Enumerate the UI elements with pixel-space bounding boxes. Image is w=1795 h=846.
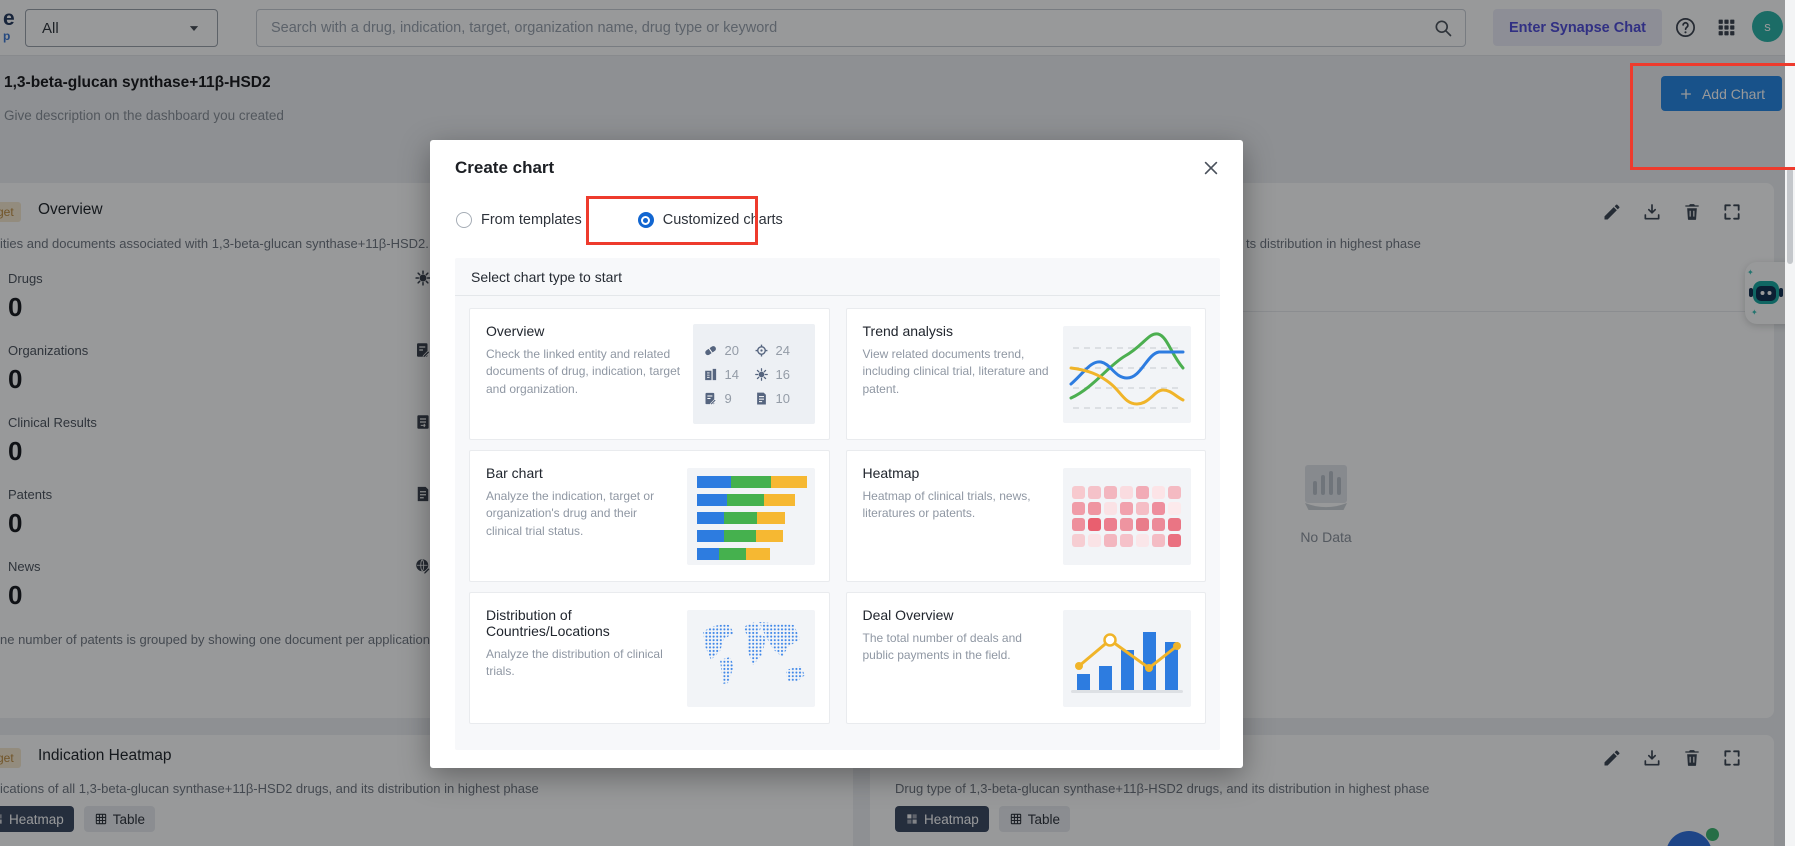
chart-type-overview[interactable]: Overview Check the linked entity and rel… <box>469 308 830 440</box>
chart-type-distribution-map[interactable]: Distribution of Countries/Locations Anal… <box>469 592 830 724</box>
chart-type-panel: Select chart type to start Overview Chec… <box>455 258 1220 750</box>
create-chart-modal: Create chart From templates Customized c… <box>430 140 1243 768</box>
target-icon <box>754 343 769 358</box>
close-icon[interactable] <box>1201 158 1221 178</box>
world-map-thumbnail <box>686 609 815 707</box>
chart-type-title: Bar chart <box>486 465 543 481</box>
chart-type-trend-analysis[interactable]: Trend analysis View related documents tr… <box>845 308 1206 440</box>
radio-unselected-icon <box>456 212 472 228</box>
chart-type-title: Distribution of Countries/Locations <box>486 607 610 639</box>
overview-thumbnail: 20 24 14 16 9 10 <box>692 324 815 424</box>
stat-count: 10 <box>775 390 790 406</box>
chart-type-bar-chart[interactable]: Bar chart Analyze the indication, target… <box>469 450 830 582</box>
chart-type-title: Overview <box>486 323 545 339</box>
stat-count: 16 <box>775 366 790 382</box>
modal-title: Create chart <box>455 158 555 177</box>
app-screen: e p All Enter Synapse Chat s 1,3-beta-gl… <box>0 0 1795 846</box>
chart-type-heatmap[interactable]: Heatmap Heatmap of clinical trials, news… <box>845 450 1206 582</box>
trend-analysis-thumbnail <box>1063 325 1191 423</box>
clinical-result-icon <box>703 391 718 406</box>
chart-type-description: Check the linked entity and related docu… <box>486 347 681 396</box>
chart-type-description: The total number of deals and public pay… <box>862 631 1022 663</box>
chart-type-panel-title: Select chart type to start <box>455 258 1220 296</box>
indication-virus-icon <box>754 367 769 382</box>
drug-pill-icon <box>703 343 718 358</box>
radio-label: From templates <box>481 212 582 228</box>
chart-type-grid: Overview Check the linked entity and rel… <box>455 296 1220 736</box>
stat-count: 9 <box>724 390 732 406</box>
radio-selected-icon <box>637 212 654 228</box>
chart-type-description: View related documents trend, including … <box>862 347 1049 396</box>
chart-source-radio-group: From templates Customized charts <box>456 212 783 228</box>
radio-customized-charts[interactable]: Customized charts <box>637 212 783 228</box>
stat-count: 14 <box>724 366 739 382</box>
scrollbar-thumb[interactable] <box>1787 168 1793 264</box>
stat-count: 20 <box>724 342 739 358</box>
chart-type-title: Deal Overview <box>862 607 954 623</box>
chart-type-deal-overview[interactable]: Deal Overview The total number of deals … <box>845 592 1206 724</box>
chart-type-description: Analyze the indication, target or organi… <box>486 489 655 538</box>
chart-type-title: Heatmap <box>862 465 920 481</box>
radio-label: Customized charts <box>662 212 783 228</box>
deal-overview-thumbnail <box>1063 609 1191 707</box>
organization-icon <box>703 367 718 382</box>
bar-chart-thumbnail <box>686 467 815 565</box>
radio-from-templates[interactable]: From templates <box>456 212 582 228</box>
page-scrollbar <box>1785 0 1795 846</box>
heatmap-thumbnail <box>1063 467 1191 565</box>
stat-count: 24 <box>775 342 790 358</box>
chart-type-description: Analyze the distribution of clinical tri… <box>486 647 663 679</box>
patent-icon <box>754 391 769 406</box>
chart-type-title: Trend analysis <box>862 323 954 339</box>
chart-type-description: Heatmap of clinical trials, news, litera… <box>862 489 1031 521</box>
